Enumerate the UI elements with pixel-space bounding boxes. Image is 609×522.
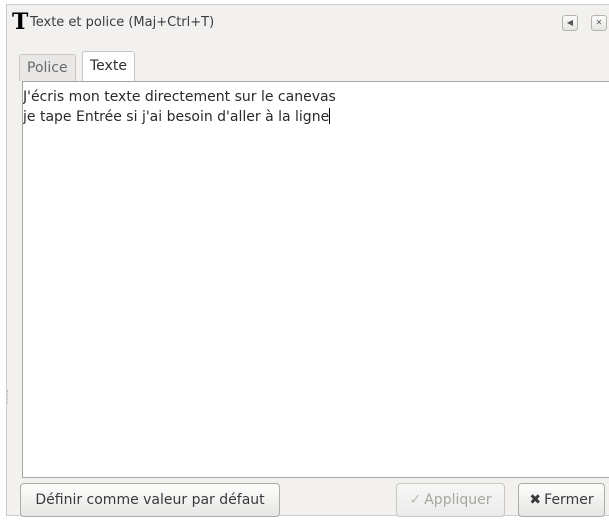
apply-button[interactable]: ✓ Appliquer xyxy=(396,483,505,517)
text-font-dialog: T Texte et police (Maj+Ctrl+T) ◀ ✕ Polic… xyxy=(6,4,609,517)
text-line: J'écris mon texte directement sur le can… xyxy=(23,89,336,105)
text-line-last: je tape Entrée si j'ai besoin d'aller à … xyxy=(23,107,609,127)
set-default-button[interactable]: Définir comme valeur par défaut xyxy=(20,483,280,517)
text-caret xyxy=(329,108,331,124)
resize-grip[interactable] xyxy=(7,390,10,404)
dialog-frame: T Texte et police (Maj+Ctrl+T) ◀ ✕ Polic… xyxy=(0,0,609,522)
arrow-left-icon[interactable]: ◀ xyxy=(562,15,578,31)
text-tool-icon: T xyxy=(12,9,29,35)
close-label: Fermer xyxy=(544,492,594,508)
dialog-title: Texte et police (Maj+Ctrl+T) xyxy=(30,15,215,30)
text-editor[interactable]: J'écris mon texte directement sur le can… xyxy=(22,81,609,478)
set-default-label: Définir comme valeur par défaut xyxy=(35,492,265,508)
check-icon: ✓ xyxy=(409,492,422,508)
tab-texte[interactable]: Texte xyxy=(82,51,135,81)
dialog-titlebar: T Texte et police (Maj+Ctrl+T) ◀ ✕ xyxy=(7,5,609,41)
close-icon[interactable]: ✕ xyxy=(591,15,607,31)
close-icon: ✖ xyxy=(529,492,542,508)
tab-police[interactable]: Police xyxy=(19,54,76,81)
apply-label: Appliquer xyxy=(424,492,492,508)
text-line: je tape Entrée si j'ai besoin d'aller à … xyxy=(23,109,330,125)
close-button[interactable]: ✖ Fermer xyxy=(518,483,605,517)
